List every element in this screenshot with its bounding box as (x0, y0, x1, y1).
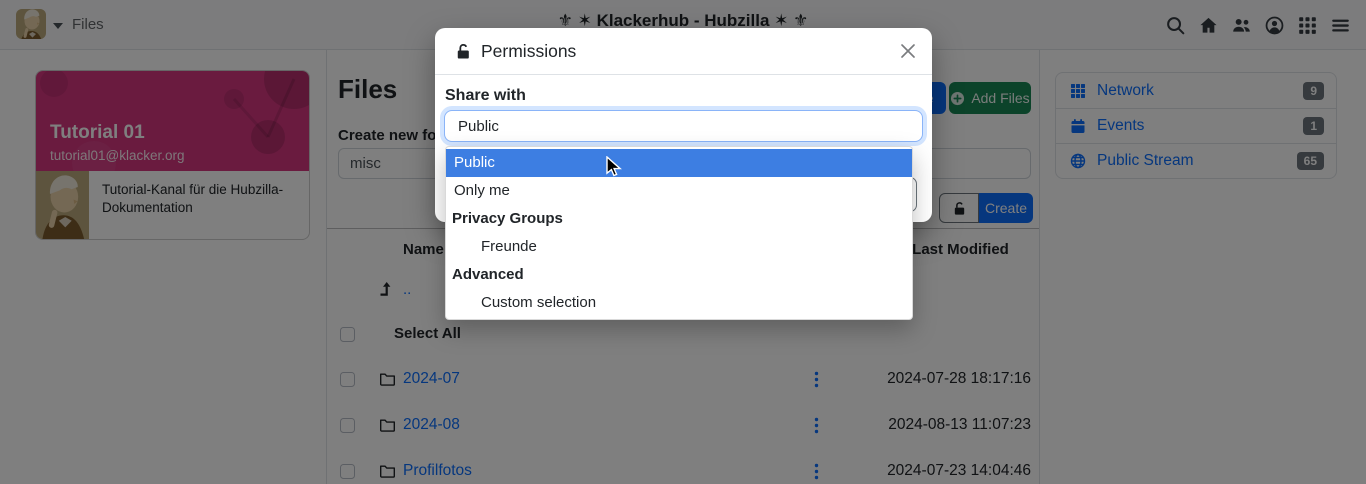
share-with-input[interactable] (444, 110, 923, 142)
hubzilla-files-page: Files ⚜ ✶ Klackerhub - Hubzilla ✶ ⚜ Tuto… (0, 0, 1366, 484)
share-with-label: Share with (445, 87, 526, 105)
dropdown-header-privacy-groups: Privacy Groups (446, 205, 912, 233)
dropdown-option-public[interactable]: Public (446, 149, 912, 177)
share-with-dropdown: Public Only me Privacy Groups Freunde Ad… (445, 146, 913, 320)
dropdown-option-freunde[interactable]: Freunde (446, 233, 912, 261)
modal-header: Permissions (435, 28, 932, 75)
lock-open-icon (455, 43, 472, 60)
dropdown-option-only-me[interactable]: Only me (446, 177, 912, 205)
close-icon[interactable] (900, 43, 916, 59)
modal-title: Permissions (481, 41, 576, 62)
dropdown-option-custom-selection[interactable]: Custom selection (446, 289, 912, 317)
dropdown-header-advanced: Advanced (446, 261, 912, 289)
